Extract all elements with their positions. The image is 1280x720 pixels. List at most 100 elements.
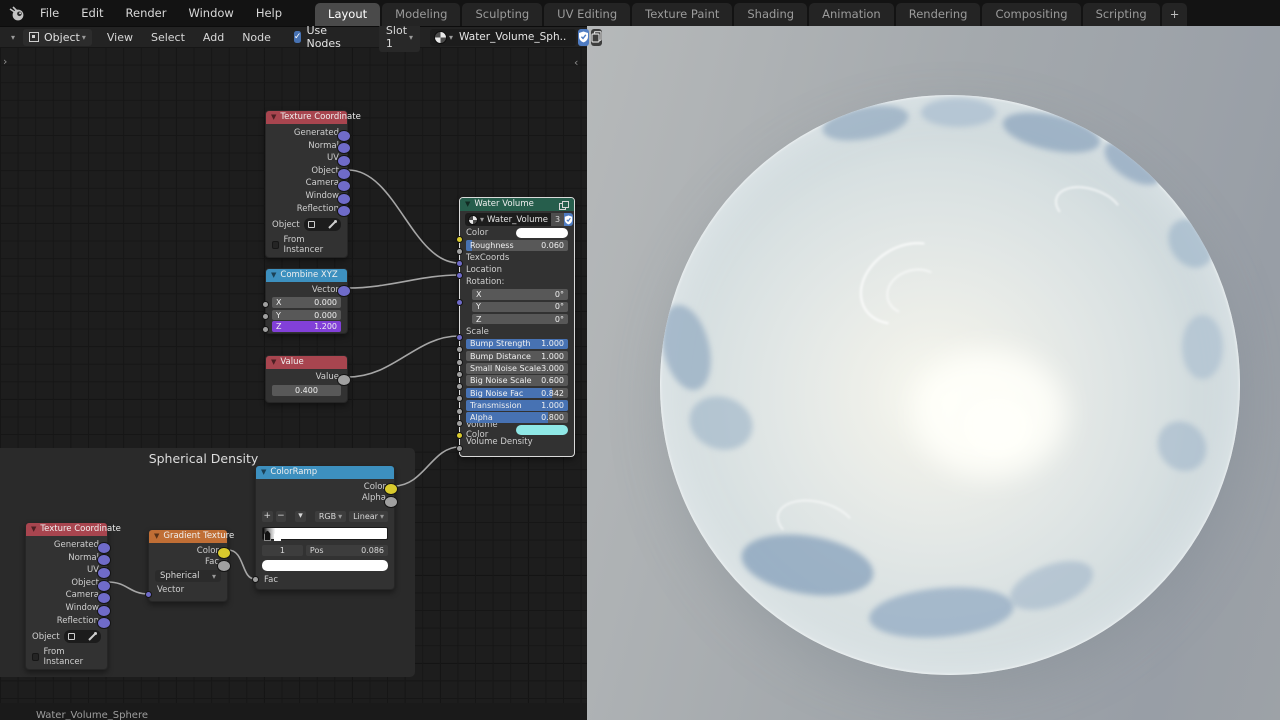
stop-index-field[interactable]: 1 (262, 545, 303, 556)
socket-volume-color-input[interactable] (456, 432, 463, 439)
collapse-triangle-icon[interactable]: ▼ (271, 111, 276, 124)
collapse-triangle-icon[interactable]: ▼ (271, 356, 276, 369)
node-header[interactable]: ▼ Texture Coordinate (26, 523, 107, 536)
menu-file[interactable]: File (29, 0, 70, 26)
from-instancer-checkbox[interactable] (272, 241, 279, 249)
alpha-slider[interactable]: Alpha0.800 (466, 412, 568, 423)
socket-x-input[interactable] (262, 301, 269, 308)
new-material-button[interactable] (591, 29, 602, 46)
socket-volume-density-input[interactable] (456, 445, 463, 452)
tab-shading[interactable]: Shading (734, 3, 807, 26)
fake-user-shield-toggle[interactable] (564, 213, 573, 226)
eyedropper-icon[interactable] (88, 632, 97, 641)
socket-y-input[interactable] (262, 313, 269, 320)
blender-logo-icon[interactable] (8, 5, 25, 22)
small-noise-scale-field[interactable]: Small Noise Scale3.000 (466, 363, 568, 374)
node-texture-coordinate-bottom[interactable]: ▼ Texture Coordinate Generated Normal UV… (25, 522, 108, 670)
value-field[interactable]: 0.400 (272, 385, 341, 396)
collapse-triangle-icon[interactable]: ▼ (154, 530, 159, 543)
menu-help[interactable]: Help (245, 0, 293, 26)
menu-edit[interactable]: Edit (70, 0, 114, 26)
collapse-triangle-icon[interactable]: ▼ (31, 523, 36, 536)
socket-color-input[interactable] (456, 236, 463, 243)
viewport-3d[interactable] (587, 26, 1280, 720)
slot-dropdown[interactable]: Slot 1 ▾ (379, 22, 420, 52)
menu-view[interactable]: View (98, 31, 142, 44)
socket-alpha-input[interactable] (456, 420, 463, 427)
menu-render[interactable]: Render (115, 0, 178, 26)
x-value-field[interactable]: X0.000 (272, 297, 341, 308)
tab-texture-paint[interactable]: Texture Paint (632, 3, 732, 26)
bump-distance-field[interactable]: Bump Distance1.000 (466, 351, 568, 362)
node-header[interactable]: ▼ Combine XYZ (266, 269, 347, 282)
users-count-badge[interactable]: 3 (551, 213, 564, 226)
node-group-water-volume[interactable]: ▼ Water Volume ▾ Water_Volume 3 Color Ro… (459, 197, 575, 457)
socket-scale-input[interactable] (456, 334, 463, 341)
node-combine-xyz[interactable]: ▼ Combine XYZ Vector X0.000 Y0.000 Z1.20… (265, 268, 348, 334)
socket-rotation-input[interactable] (456, 299, 463, 306)
ramp-options-menu[interactable]: ▾ (295, 511, 306, 522)
color-ramp-gradient-bar[interactable] (262, 527, 388, 540)
node-texture-coordinate-top[interactable]: ▼ Texture Coordinate Generated Normal UV… (265, 110, 348, 258)
menu-select[interactable]: Select (142, 31, 194, 44)
tab-compositing[interactable]: Compositing (982, 3, 1080, 26)
node-header[interactable]: ▼ Texture Coordinate (266, 111, 347, 124)
big-noise-fac-slider[interactable]: Big Noise Fac0.842 (466, 388, 568, 399)
socket-small-noise-scale-input[interactable] (456, 371, 463, 378)
socket-texcoords-input[interactable] (456, 260, 463, 267)
socket-roughness-input[interactable] (456, 248, 463, 255)
menu-window[interactable]: Window (177, 0, 244, 26)
socket-z-input[interactable] (262, 326, 269, 333)
socket-location-input[interactable] (456, 272, 463, 279)
browse-material-icon[interactable] (434, 31, 447, 44)
tab-rendering[interactable]: Rendering (896, 3, 981, 26)
add-workspace-button[interactable]: + (1162, 3, 1188, 26)
stop-position-field[interactable]: Pos0.086 (306, 545, 388, 556)
tab-animation[interactable]: Animation (809, 3, 894, 26)
collapse-triangle-icon[interactable]: ▼ (261, 466, 266, 479)
volume-color-swatch[interactable] (516, 425, 568, 436)
menu-add[interactable]: Add (194, 31, 233, 44)
z-value-field-driver[interactable]: Z1.200 (272, 321, 341, 332)
editor-type-chevron-icon[interactable]: ▾ (11, 33, 15, 42)
tab-sculpting[interactable]: Sculpting (462, 3, 542, 26)
add-stop-button[interactable]: + (262, 511, 273, 522)
use-nodes-checkbox[interactable]: ✓ (294, 31, 302, 43)
color-swatch[interactable] (516, 228, 568, 239)
ramp-stop-0[interactable] (264, 530, 271, 541)
eyedropper-icon[interactable] (328, 220, 337, 229)
node-header[interactable]: ▼ Gradient Texture (149, 530, 227, 543)
socket-vector-input[interactable] (145, 591, 152, 598)
nodegroup-selector[interactable]: ▾ Water_Volume (465, 213, 551, 226)
tab-modeling[interactable]: Modeling (382, 3, 460, 26)
fake-user-shield-toggle[interactable] (578, 29, 589, 46)
interpolation-dropdown[interactable]: Linear▾ (349, 511, 388, 522)
menu-node[interactable]: Node (233, 31, 280, 44)
collapse-triangle-icon[interactable]: ▼ (271, 269, 276, 282)
y-value-field[interactable]: Y0.000 (272, 310, 341, 321)
node-header[interactable]: ▼ Water Volume (460, 198, 574, 211)
node-value[interactable]: ▼ Value Value 0.400 (265, 355, 348, 403)
tab-uv-editing[interactable]: UV Editing (544, 3, 630, 26)
collapse-triangle-icon[interactable]: ▼ (465, 198, 470, 211)
node-colorramp[interactable]: ▼ ColorRamp Color Alpha + − ▾ RGB▾ Linea… (255, 465, 395, 590)
shader-type-dropdown[interactable]: Object ▾ (23, 29, 92, 46)
ramp-stop-1-selected[interactable] (274, 530, 281, 541)
selected-stop-color-swatch[interactable] (262, 560, 388, 571)
shader-node-editor[interactable]: › ‹ Spherical Density ▼ Texture Coordina… (0, 47, 587, 720)
socket-big-noise-fac-input[interactable] (456, 395, 463, 402)
socket-bump-distance-input[interactable] (456, 359, 463, 366)
node-header[interactable]: ▼ ColorRamp (256, 466, 394, 479)
remove-stop-button[interactable]: − (276, 511, 287, 522)
rotation-y-field[interactable]: Y0° (472, 302, 568, 313)
from-instancer-checkbox[interactable] (32, 653, 39, 661)
roughness-slider[interactable]: Roughness0.060 (466, 240, 568, 251)
big-noise-scale-field[interactable]: Big Noise Scale0.600 (466, 375, 568, 386)
node-gradient-texture[interactable]: ▼ Gradient Texture Color Fac Spherical ▾… (148, 529, 228, 602)
color-mode-dropdown[interactable]: RGB▾ (315, 511, 346, 522)
socket-fac-input[interactable] (252, 576, 259, 583)
transmission-slider[interactable]: Transmission1.000 (466, 400, 568, 411)
socket-big-noise-scale-input[interactable] (456, 383, 463, 390)
bump-strength-slider[interactable]: Bump Strength1.000 (466, 339, 568, 350)
socket-transmission-input[interactable] (456, 408, 463, 415)
